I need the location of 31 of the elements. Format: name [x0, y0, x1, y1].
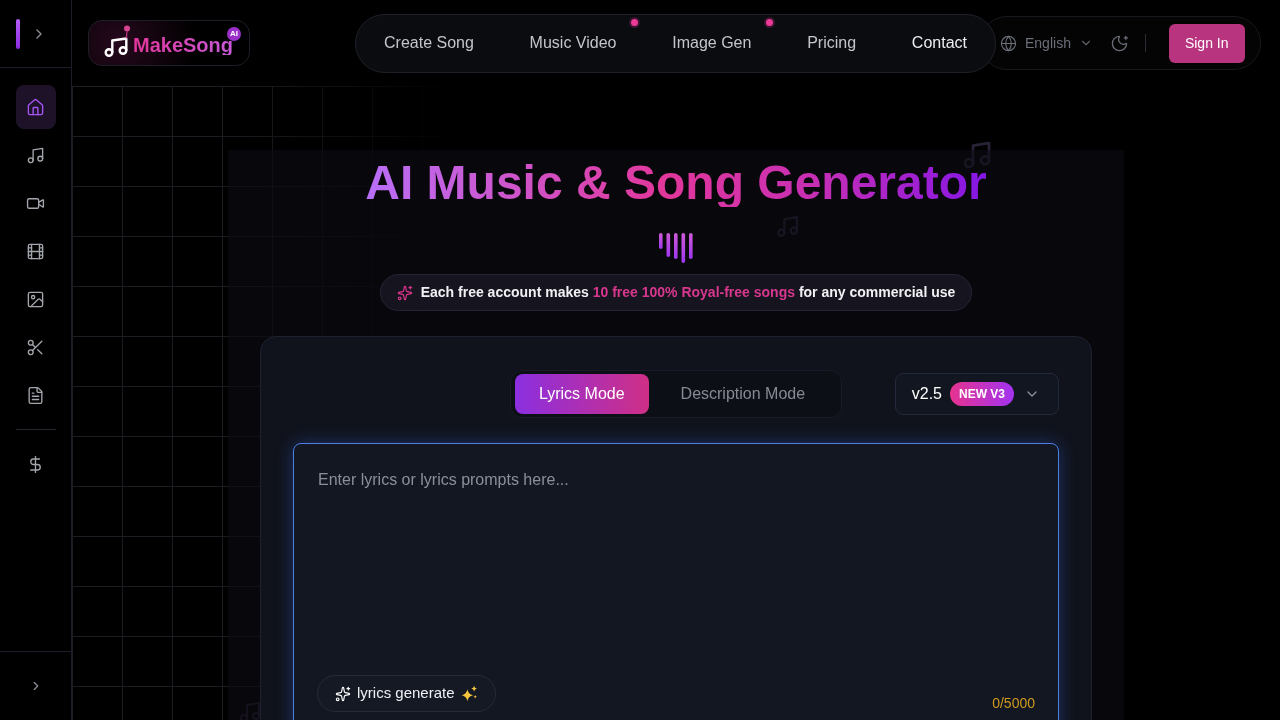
globe-icon	[1000, 34, 1017, 52]
film-icon	[26, 241, 45, 261]
theme-toggle[interactable]	[1109, 33, 1129, 53]
music-notes-icon	[104, 25, 130, 57]
nav-link[interactable]: Pricing	[807, 31, 857, 55]
document-icon	[26, 385, 45, 405]
scissors-icon	[26, 337, 45, 357]
nav-link[interactable]: Contact	[911, 31, 967, 55]
nav-link[interactable]: Music Video	[529, 31, 617, 55]
sparkles-icon	[460, 685, 478, 702]
image-icon	[26, 289, 45, 309]
version-badge: NEW V3	[950, 382, 1014, 406]
music-note-icon	[26, 145, 45, 165]
sparkles-icon	[335, 685, 351, 702]
mode-tab[interactable]: Lyrics Mode	[514, 374, 649, 414]
sound-bars-icon	[658, 233, 694, 263]
mode-tab[interactable]: Description Mode	[648, 374, 838, 414]
accent-bar-icon	[16, 18, 20, 49]
lyrics-generate-button[interactable]: lyrics generate	[317, 675, 496, 712]
sparkles-icon	[396, 284, 413, 301]
nav-link[interactable]: Image Gen	[672, 31, 752, 55]
language-selector[interactable]: English	[1000, 32, 1093, 54]
ai-badge: AI	[227, 27, 241, 41]
sign-in-button[interactable]: Sign In	[1168, 23, 1245, 63]
character-count: 0/5000	[992, 694, 1035, 713]
home-icon	[26, 97, 45, 117]
moon-icon	[1109, 33, 1129, 53]
notice-text: Each free account makes 10 free 100% Royal-free songs for any commercial use	[420, 283, 956, 302]
version-select[interactable]: v2.5 NEW V3	[894, 373, 1059, 415]
nav-link[interactable]: Create Song	[384, 31, 474, 55]
sidebar-nav-item[interactable]	[15, 85, 56, 129]
